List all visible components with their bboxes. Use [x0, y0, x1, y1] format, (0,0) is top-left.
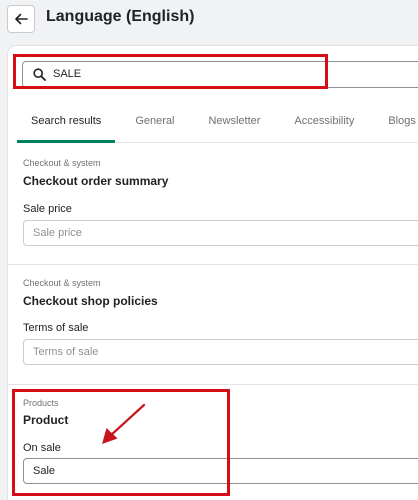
tab-blogs[interactable]: Blogs — [368, 103, 418, 143]
section-category: Checkout & system — [23, 278, 101, 288]
section-divider — [8, 384, 418, 385]
tab-accessibility[interactable]: Accessibility — [274, 103, 368, 143]
field-label: Terms of sale — [23, 322, 89, 334]
arrow-left-icon — [15, 13, 28, 25]
section-title: Product — [23, 413, 69, 427]
field-label: On sale — [23, 442, 61, 454]
section-title: Checkout shop policies — [23, 294, 158, 308]
terms-of-sale-input[interactable]: Terms of sale — [23, 339, 418, 365]
section-title: Checkout order summary — [23, 174, 169, 188]
search-value: SALE — [53, 68, 82, 80]
tab-search-results[interactable]: Search results — [17, 103, 116, 143]
back-button[interactable] — [7, 5, 35, 33]
tab-bar: Search results General Newsletter Access… — [17, 103, 418, 143]
search-icon — [33, 68, 46, 81]
annotation-arrow-icon — [102, 403, 146, 444]
page-title: Language (English) — [46, 8, 195, 25]
sale-price-input[interactable]: Sale price — [23, 220, 418, 246]
section-category: Checkout & system — [23, 158, 101, 168]
section-divider — [8, 264, 418, 265]
tab-newsletter[interactable]: Newsletter — [188, 103, 274, 143]
page-header: Language (English) — [0, 0, 418, 40]
search-input[interactable]: SALE — [22, 61, 418, 88]
on-sale-input[interactable]: Sale — [23, 458, 418, 484]
tab-general[interactable]: General — [115, 103, 188, 143]
field-label: Sale price — [23, 203, 72, 215]
section-category: Products — [23, 398, 59, 408]
